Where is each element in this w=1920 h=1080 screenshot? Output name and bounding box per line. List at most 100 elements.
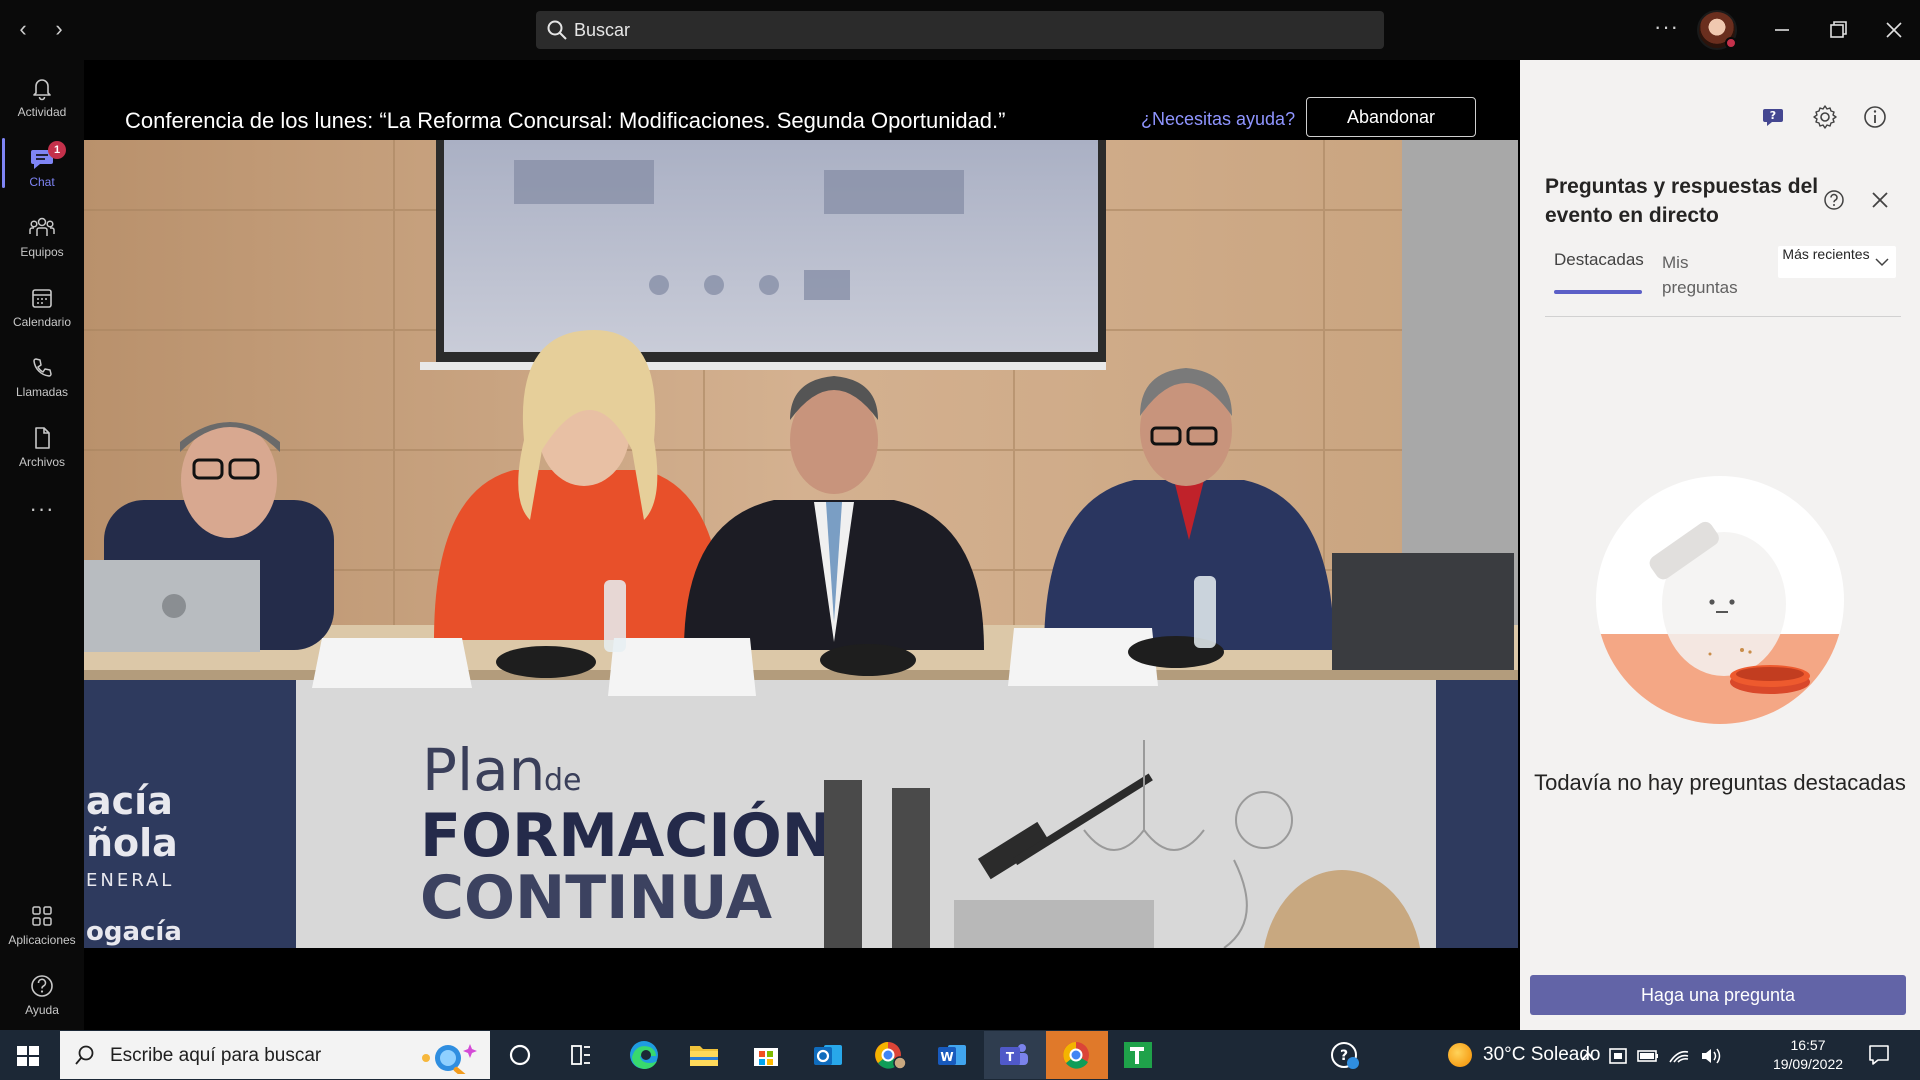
- back-arrow-icon[interactable]: ‹: [10, 14, 36, 44]
- left-banner-text-2: ñola: [86, 821, 178, 865]
- chevron-down-icon: [1875, 258, 1889, 267]
- close-window-icon[interactable]: [1874, 12, 1914, 48]
- edge-browser-icon[interactable]: [624, 1037, 664, 1073]
- close-icon[interactable]: [1868, 188, 1892, 212]
- tab-destacadas[interactable]: Destacadas: [1554, 250, 1644, 270]
- volume-icon[interactable]: [1702, 1048, 1721, 1064]
- rail-label: Calendario: [12, 315, 72, 329]
- left-banner-text-4: ogacía: [86, 917, 182, 947]
- sun-weather-icon[interactable]: [1448, 1043, 1472, 1067]
- event-title: Conferencia de los lunes: “La Reforma Co…: [125, 108, 1006, 133]
- banner-de-text: de: [544, 763, 582, 798]
- left-banner-text-3: ENERAL: [86, 870, 174, 891]
- search-highlight-art-icon: [422, 1044, 477, 1074]
- rail-item-ayuda[interactable]: Ayuda: [0, 966, 84, 1030]
- banner-continua-text: CONTINUA: [420, 863, 773, 933]
- rail-item-calendario[interactable]: Calendario: [0, 278, 84, 342]
- more-options-button[interactable]: ···: [1654, 14, 1679, 40]
- taskbar-search-placeholder: Escribe aquí para buscar: [110, 1045, 322, 1066]
- apps-icon: [32, 906, 52, 926]
- minimize-icon[interactable]: [1762, 12, 1802, 48]
- sort-dropdown[interactable]: Más recientes: [1778, 246, 1896, 278]
- system-tray[interactable]: [1578, 1044, 1758, 1068]
- sort-dropdown-value: Más recientes: [1782, 246, 1870, 262]
- live-video-stream[interactable]: acía ñola ENERAL ogacía Plan de FORMACIÓ…: [84, 140, 1518, 948]
- event-header: Conferencia de los lunes: “La Reforma Co…: [84, 60, 1518, 140]
- info-icon[interactable]: [1862, 104, 1888, 130]
- teams-window: ‹ › Buscar ··· Actividad 1 Chat Equipos …: [0, 0, 1920, 1080]
- wifi-icon[interactable]: [1669, 1050, 1689, 1063]
- ask-question-button[interactable]: Haga una pregunta: [1530, 975, 1906, 1015]
- teams-icon[interactable]: T: [994, 1037, 1034, 1073]
- tab-mis-preguntas[interactable]: Mis preguntas: [1662, 250, 1752, 300]
- qa-panel-title: Preguntas y respuestas del evento en dir…: [1545, 175, 1819, 227]
- battery-icon[interactable]: [1637, 1050, 1658, 1062]
- rail-item-more[interactable]: ···: [0, 496, 84, 536]
- rail-label: Chat: [29, 175, 55, 189]
- help-icon: [31, 975, 53, 997]
- rail-item-equipos[interactable]: Equipos: [0, 208, 84, 272]
- notification-center-icon[interactable]: [1866, 1042, 1892, 1068]
- windows-taskbar: Escribe aquí para buscar W T ? 30°C Sole…: [0, 1030, 1920, 1080]
- microsoft-store-icon[interactable]: [746, 1037, 786, 1073]
- phone-icon: [33, 358, 52, 377]
- video-letterbox: [84, 948, 1518, 1030]
- clock-date: 19/09/2022: [1772, 1056, 1844, 1072]
- chevron-up-icon[interactable]: [1581, 1051, 1595, 1061]
- meet-now-icon[interactable]: [1609, 1048, 1627, 1064]
- task-view-icon[interactable]: [560, 1037, 600, 1073]
- rail-label: Ayuda: [25, 1003, 59, 1017]
- help-link[interactable]: ¿Necesitas ayuda?: [1141, 109, 1295, 130]
- video-frame: acía ñola ENERAL ogacía Plan de FORMACIÓ…: [84, 140, 1518, 948]
- rail-item-actividad[interactable]: Actividad: [0, 68, 84, 132]
- taskbar-clock[interactable]: 16:57 19/09/2022: [1768, 1036, 1848, 1074]
- svg-text:?: ?: [1340, 1048, 1348, 1064]
- chrome-profile-icon[interactable]: [870, 1037, 910, 1073]
- clock-time: 16:57: [1790, 1037, 1826, 1053]
- search-icon: [547, 20, 567, 40]
- outlook-icon[interactable]: [808, 1037, 848, 1073]
- banner-plan-text: Plan: [422, 736, 545, 804]
- rail-item-aplicaciones[interactable]: Aplicaciones: [0, 896, 84, 960]
- rail-item-archivos[interactable]: Archivos: [0, 418, 84, 482]
- settings-gear-icon[interactable]: [1812, 104, 1838, 130]
- empty-state-message: Todavía no hay preguntas destacadas: [1534, 770, 1906, 795]
- more-icon: ···: [29, 496, 55, 521]
- qa-chat-icon[interactable]: ?: [1761, 104, 1787, 130]
- rail-label: Llamadas: [15, 385, 69, 399]
- file-icon: [35, 427, 50, 449]
- svg-text:?: ?: [1770, 109, 1776, 122]
- svg-text:T: T: [1006, 1050, 1015, 1064]
- title-bar: ‹ › Buscar ···: [0, 0, 1920, 60]
- rail-item-chat[interactable]: 1 Chat: [0, 138, 84, 202]
- rail-item-llamadas[interactable]: Llamadas: [0, 348, 84, 412]
- empty-jar-illustration: [1596, 476, 1844, 724]
- chrome-icon[interactable]: [1056, 1037, 1096, 1073]
- word-icon[interactable]: W: [932, 1037, 972, 1073]
- qa-panel: ? Preguntas y respuestas del evento en d…: [1520, 60, 1920, 1030]
- file-explorer-icon[interactable]: [684, 1037, 724, 1073]
- tabs-divider: [1545, 316, 1901, 317]
- rail-label: Aplicaciones: [8, 933, 76, 947]
- left-app-rail: Actividad 1 Chat Equipos Calendario Llam…: [0, 60, 84, 1030]
- rail-label: Actividad: [17, 105, 67, 119]
- search-icon: [75, 1045, 94, 1065]
- forward-arrow-icon[interactable]: ›: [46, 14, 72, 44]
- qa-help-icon[interactable]: [1822, 188, 1846, 212]
- leave-button[interactable]: Abandonar: [1306, 97, 1476, 137]
- cortana-icon[interactable]: [500, 1037, 540, 1073]
- banner-formacion-text: FORMACIÓN: [420, 800, 832, 871]
- green-app-icon[interactable]: [1118, 1037, 1158, 1073]
- svg-text:W: W: [940, 1050, 953, 1064]
- windows-start-icon[interactable]: [12, 1040, 44, 1072]
- search-input[interactable]: Buscar: [536, 11, 1384, 49]
- chat-unread-badge: 1: [48, 141, 66, 159]
- left-banner-text-1: acía: [86, 779, 173, 823]
- help-tips-icon[interactable]: ?: [1324, 1037, 1364, 1073]
- restore-icon[interactable]: [1818, 12, 1858, 48]
- rail-label: Archivos: [18, 455, 65, 469]
- rail-label: Equipos: [20, 245, 64, 259]
- taskbar-search-input[interactable]: Escribe aquí para buscar: [60, 1031, 490, 1079]
- calendar-icon: [32, 289, 52, 308]
- search-placeholder: Buscar: [574, 20, 631, 40]
